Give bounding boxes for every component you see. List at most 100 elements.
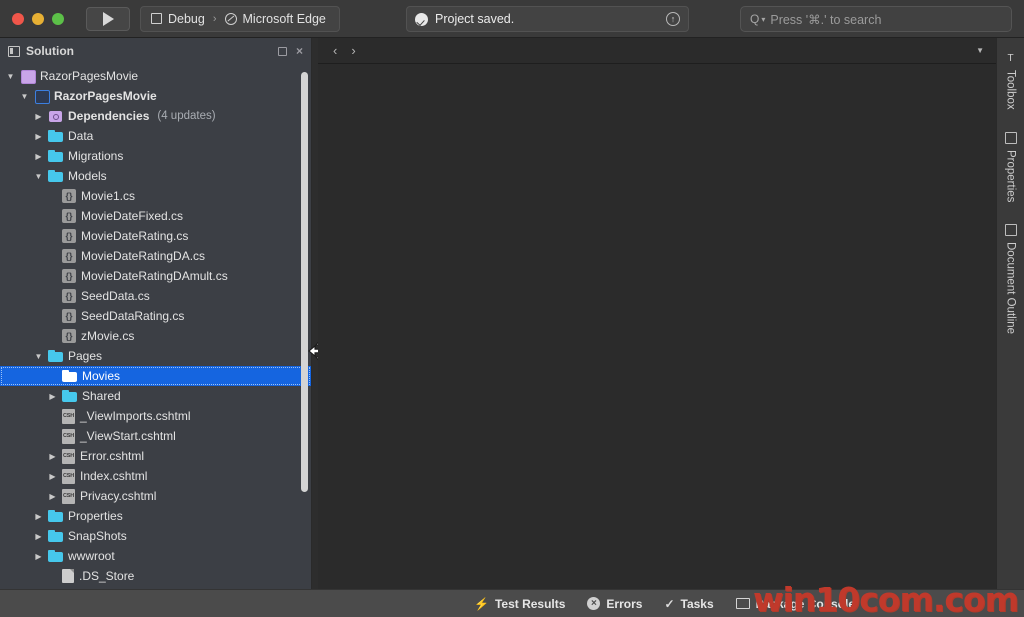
pin-panel-icon[interactable]: [277, 46, 287, 56]
global-search-box[interactable]: Q ▾ Press '⌘.' to search: [740, 6, 1012, 32]
status-message-panel[interactable]: Project saved. ↑: [406, 6, 689, 32]
solution-icon: [20, 69, 36, 84]
tree-row-suffix: (4 updates): [157, 110, 216, 122]
pad-button-tasks[interactable]: ✓ Tasks: [664, 597, 713, 611]
bottom-bar-left-spacer: [0, 590, 460, 617]
solution-panel-header: Solution ×: [0, 38, 311, 64]
T-icon: T: [1007, 52, 1014, 64]
tree-row[interactable]: ▶ Properties: [0, 506, 311, 526]
pad-button-label: Test Results: [494, 596, 566, 611]
tree-row[interactable]: ▶{}Movie1.cs: [0, 186, 311, 206]
chevron-down-icon[interactable]: ▼: [976, 46, 988, 55]
tree-row[interactable]: ▶{}zMovie.cs: [0, 326, 311, 346]
scheme-icon: [151, 13, 162, 24]
tree-row[interactable]: ▼ RazorPagesMovie: [0, 86, 311, 106]
chevron-down-icon[interactable]: ▼: [20, 92, 29, 101]
run-button[interactable]: [86, 6, 130, 31]
tree-row[interactable]: ▶{}MovieDateRatingDAmult.cs: [0, 266, 311, 286]
right-tool-tabs: T Toolbox Properties Document Outline: [996, 38, 1024, 589]
pad-button-label: Errors: [606, 596, 643, 611]
chevron-right-icon[interactable]: ▶: [34, 552, 43, 561]
run-configuration-selector[interactable]: Debug › Microsoft Edge: [140, 5, 340, 32]
tasks-icon: ✓: [664, 596, 675, 611]
cs-icon: {}: [62, 229, 76, 243]
tree-row[interactable]: ▶ CSH Index.cshtml: [0, 466, 311, 486]
app-window: Debug › Microsoft Edge Project saved. ↑ …: [0, 0, 1024, 617]
close-panel-icon[interactable]: ×: [296, 45, 303, 57]
tree-row[interactable]: ▶{}SeedDataRating.cs: [0, 306, 311, 326]
cshtml-icon: CSH: [62, 448, 75, 464]
maximize-window-button[interactable]: [52, 12, 64, 25]
navigate-back-icon[interactable]: ‹: [326, 43, 344, 58]
cs-icon: {}: [62, 249, 76, 263]
solution-tree[interactable]: ▼ RazorPagesMovie ▼ RazorPagesMovie ▶ Depende…: [0, 66, 311, 589]
chevron-right-icon[interactable]: ▶: [34, 532, 43, 541]
chevron-down-icon[interactable]: ▼: [6, 72, 15, 81]
minimize-window-button[interactable]: [32, 12, 44, 25]
right-tab-properties[interactable]: Properties: [1004, 131, 1017, 202]
right-tab-label: Document Outline: [1004, 242, 1017, 335]
tree-row-label: Privacy.cshtml: [80, 489, 157, 503]
pad-button-test-results[interactable]: ⚡ Test Results: [474, 597, 565, 611]
sidebar-scrollbar[interactable]: [301, 72, 308, 492]
chevron-down-icon[interactable]: ▼: [34, 352, 43, 361]
tree-row[interactable]: ▶{}MovieDateRating.cs: [0, 226, 311, 246]
chevron-right-icon[interactable]: ▶: [34, 112, 43, 121]
chevron-right-icon[interactable]: ▶: [48, 452, 57, 461]
tree-row-label: .DS_Store: [79, 569, 135, 583]
right-tab-toolbox[interactable]: T Toolbox: [1005, 52, 1017, 110]
cs-icon: {}: [62, 209, 76, 223]
chevron-right-icon[interactable]: ▶: [34, 152, 43, 161]
editor-empty-area[interactable]: [318, 64, 996, 589]
chevron-right-icon[interactable]: ▶: [48, 492, 57, 501]
chevron-right-icon[interactable]: ▶: [34, 132, 43, 141]
tree-row[interactable]: ▶ SnapShots: [0, 526, 311, 546]
tree-row[interactable]: ▼ Pages: [0, 346, 311, 366]
solution-panel-actions: ×: [277, 45, 303, 57]
tree-row[interactable]: ▶ Shared: [0, 386, 311, 406]
dependencies-icon: [48, 109, 63, 123]
folder-icon: [48, 349, 63, 363]
close-window-button[interactable]: [12, 12, 24, 25]
chevron-right-icon[interactable]: ▶: [48, 472, 57, 481]
tree-row[interactable]: ▶ CSH Error.cshtml: [0, 446, 311, 466]
top-toolbar: Debug › Microsoft Edge Project saved. ↑ …: [0, 0, 1024, 38]
tree-row[interactable]: ▶ CSH Privacy.cshtml: [0, 486, 311, 506]
watermark-text: win10com.com: [753, 580, 1019, 617]
tree-row[interactable]: ▶ Data: [0, 126, 311, 146]
info-icon[interactable]: ↑: [666, 12, 680, 26]
tree-row-label: Properties: [68, 509, 123, 523]
right-tab-document-outline[interactable]: Document Outline: [1004, 224, 1017, 335]
play-icon: [102, 11, 114, 26]
cshtml-icon: CSH: [62, 468, 75, 484]
tree-row[interactable]: ▶.DS_Store: [0, 566, 311, 586]
tree-row-label: SeedData.cs: [81, 289, 150, 303]
navigate-forward-icon[interactable]: ›: [344, 43, 362, 58]
tree-row-label: Index.cshtml: [80, 469, 148, 483]
tree-row[interactable]: ▶ wwwroot: [0, 546, 311, 566]
tree-row[interactable]: ▼ RazorPagesMovie: [0, 66, 311, 86]
tree-row-label: MovieDateRatingDAmult.cs: [81, 269, 228, 283]
chevron-right-icon[interactable]: ▶: [48, 392, 57, 401]
tree-row-selected[interactable]: ▶Movies: [0, 366, 311, 386]
tree-row[interactable]: ▶{}MovieDateRatingDA.cs: [0, 246, 311, 266]
pad-button-errors[interactable]: × Errors: [587, 597, 642, 611]
tree-row[interactable]: ▶ Migrations: [0, 146, 311, 166]
chevron-down-icon[interactable]: ▼: [34, 172, 43, 181]
solution-icon: [8, 45, 20, 57]
editor-pane: ‹ › ▼: [318, 38, 996, 589]
tree-row[interactable]: ▶{}SeedData.cs: [0, 286, 311, 306]
grid-icon: [1004, 131, 1017, 144]
tree-row-label: SnapShots: [68, 529, 127, 543]
tree-row-label: Dependencies: [68, 109, 150, 123]
cs-icon: {}: [62, 309, 76, 323]
folder-icon: [48, 169, 63, 183]
tree-row[interactable]: ▶ Dependencies (4 updates): [0, 106, 311, 126]
chevron-right-icon[interactable]: ▶: [34, 512, 43, 521]
solution-panel: Solution × ▼ RazorPagesMovie ▼ RazorPagesMo…: [0, 38, 312, 589]
tree-row[interactable]: ▶{}MovieDateFixed.cs: [0, 206, 311, 226]
tree-row[interactable]: ▼ Models: [0, 166, 311, 186]
tree-row-label: Pages: [68, 349, 103, 363]
tree-row[interactable]: ▶CSH_ViewImports.cshtml: [0, 406, 311, 426]
tree-row[interactable]: ▶CSH_ViewStart.cshtml: [0, 426, 311, 446]
